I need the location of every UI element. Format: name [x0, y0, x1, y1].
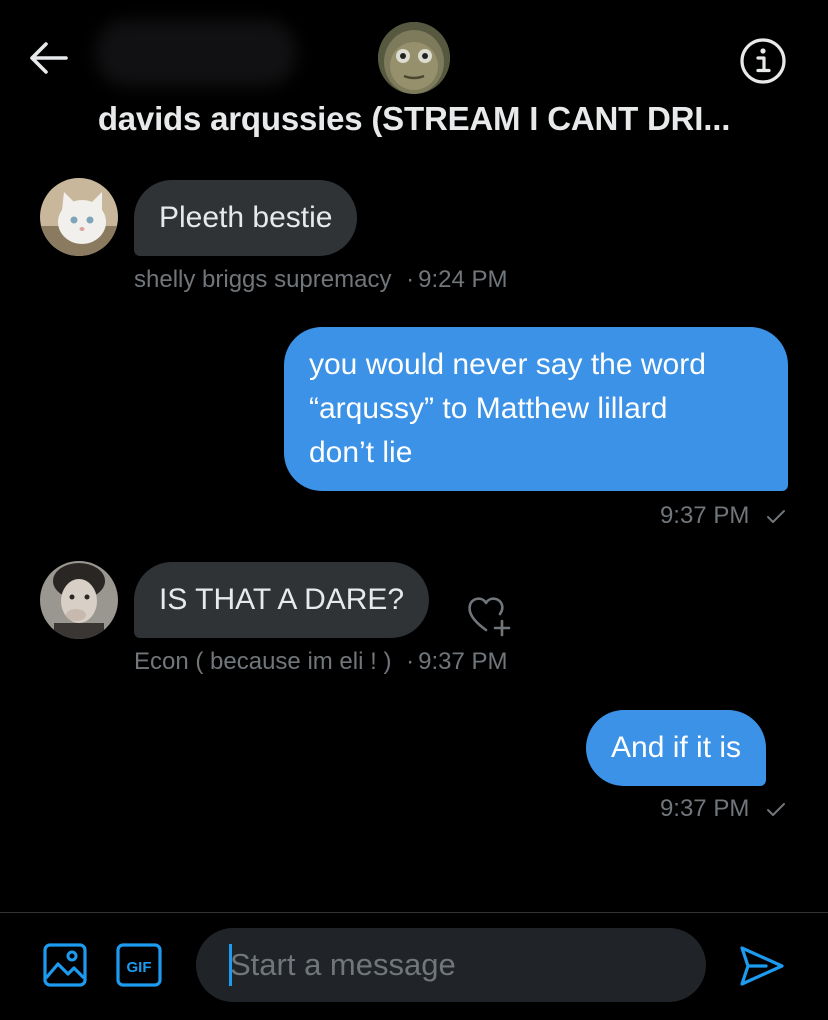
message-bubble-outgoing[interactable]: And if it is: [586, 710, 767, 786]
message-meta: shelly briggs supremacy · 9:24 PM: [134, 266, 508, 294]
add-reaction-button[interactable]: [462, 588, 518, 638]
composer-divider: [0, 912, 828, 913]
message-time: 9:37 PM: [659, 502, 750, 529]
sender-avatar-cat[interactable]: [40, 178, 118, 256]
message-time: 9:37 PM: [418, 648, 508, 675]
message-bubble-incoming[interactable]: IS THAT A DARE?: [134, 562, 430, 638]
sender-name[interactable]: Econ ( because im eli ! ): [134, 648, 391, 675]
person-avatar-image: [40, 561, 118, 639]
heart-plus-icon: [468, 597, 511, 637]
back-button[interactable]: [22, 36, 74, 80]
message-meta: Econ ( because im eli ! ) · 9:37 PM: [134, 648, 508, 676]
send-button[interactable]: [736, 940, 788, 992]
gif-icon: GIF: [116, 943, 162, 987]
gif-label: GIF: [127, 959, 152, 976]
info-button[interactable]: [738, 36, 788, 86]
group-avatar[interactable]: [378, 22, 450, 94]
message-input[interactable]: [196, 928, 706, 1002]
image-icon: [43, 943, 87, 987]
message-time: 9:24 PM: [418, 266, 508, 293]
checkmark-icon: [767, 802, 785, 816]
add-photo-button[interactable]: [42, 942, 88, 988]
checkmark-icon: [767, 509, 785, 523]
sender-name[interactable]: shelly briggs supremacy: [134, 266, 391, 293]
add-gif-button[interactable]: GIF: [116, 943, 162, 987]
dm-conversation-screen: davids arqussies (STREAM I CANT DRI... P…: [0, 0, 828, 1020]
send-icon: [740, 946, 784, 986]
message-meta: 9:37 PM: [660, 502, 786, 530]
info-icon: [740, 38, 786, 84]
message-line: “arqussy” to Matthew lillard: [309, 392, 668, 425]
message-line: don’t lie: [309, 436, 413, 469]
message-time: 9:37 PM: [659, 795, 750, 822]
sender-avatar-person[interactable]: [40, 561, 118, 639]
meta-separator: ·: [406, 266, 415, 293]
cat-avatar-image: [40, 178, 118, 256]
back-arrow-icon: [30, 42, 68, 74]
text-caret: [229, 944, 232, 986]
blurred-name-region: [96, 20, 296, 86]
group-avatar-image: [378, 22, 450, 94]
message-meta: 9:37 PM: [660, 795, 786, 823]
message-bubble-outgoing[interactable]: you would never say the word “arqussy” t…: [284, 327, 788, 491]
message-bubble-incoming[interactable]: Pleeth bestie: [134, 180, 358, 256]
message-line: you would never say the word: [309, 348, 706, 381]
meta-separator: ·: [406, 648, 415, 675]
conversation-title[interactable]: davids arqussies (STREAM I CANT DRI...: [0, 100, 828, 138]
